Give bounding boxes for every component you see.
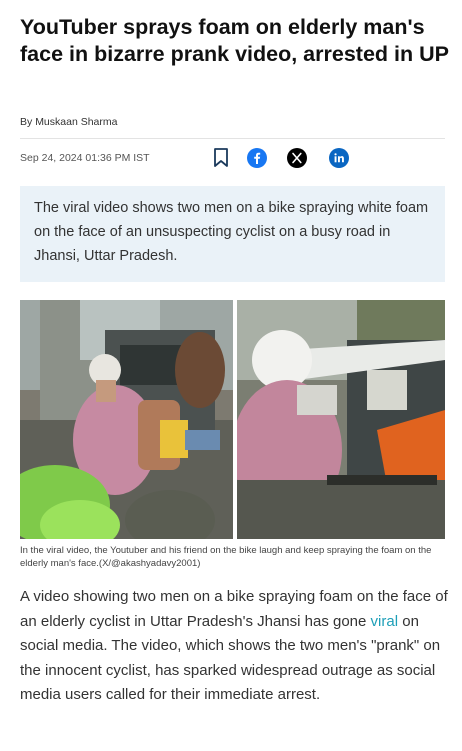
x-icon[interactable]	[286, 147, 308, 169]
article-summary: The viral video shows two men on a bike …	[20, 186, 445, 282]
publish-date: Sep 24, 2024 01:36 PM IST	[20, 152, 150, 164]
byline-prefix: By	[20, 116, 33, 128]
linkedin-icon[interactable]	[328, 147, 350, 169]
viral-link[interactable]: viral	[371, 613, 399, 630]
summary-text: The viral video shows two men on a bike …	[34, 200, 429, 264]
article-title: YouTuber sprays foam on elderly man's fa…	[20, 15, 449, 66]
article-photo-right	[237, 300, 445, 539]
divider	[20, 138, 445, 139]
author-link[interactable]: Muskaan Sharma	[35, 116, 117, 128]
article-meta: Sep 24, 2024 01:36 PM IST	[20, 146, 445, 172]
article-body: A video showing two men on a bike sprayi…	[20, 585, 448, 708]
article-photo-left	[20, 300, 233, 539]
image-caption: In the viral video, the Youtuber and his…	[20, 545, 432, 569]
byline: By Muskaan Sharma	[20, 116, 117, 128]
bookmark-icon[interactable]	[210, 147, 232, 169]
article-page: YouTuber sprays foam on elderly man's fa…	[0, 0, 462, 751]
facebook-icon[interactable]	[246, 147, 268, 169]
